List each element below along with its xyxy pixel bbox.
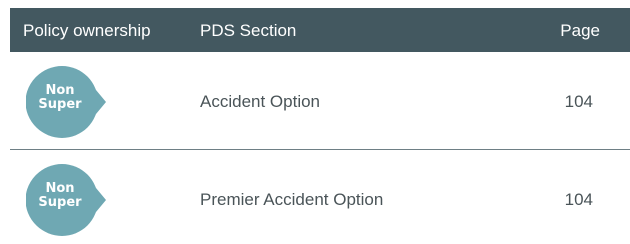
page-cell: 104 <box>564 190 593 209</box>
pds-section-cell: Accident Option <box>200 92 321 111</box>
policy-table: Policy ownership PDS Section Page Non Su… <box>10 8 630 244</box>
table-row: Non Super Accident Option 104 <box>10 52 630 149</box>
page-cell: 104 <box>564 92 593 111</box>
badge-line-1: Non <box>45 83 75 98</box>
pds-section-cell: Premier Accident Option <box>200 190 384 209</box>
table-row: Non Super Premier Accident Option 104 <box>10 150 630 244</box>
header-pds-section: PDS Section <box>200 21 297 40</box>
non-super-badge-icon: Non Super <box>26 64 106 140</box>
header-page: Page <box>560 21 600 40</box>
badge-line-1: Non <box>45 181 75 196</box>
badge-line-2: Super <box>38 195 82 210</box>
badge-line-2: Super <box>38 97 82 112</box>
table-header: Policy ownership PDS Section Page <box>10 8 630 52</box>
non-super-badge-icon: Non Super <box>26 162 106 238</box>
header-policy-ownership: Policy ownership <box>23 21 151 40</box>
